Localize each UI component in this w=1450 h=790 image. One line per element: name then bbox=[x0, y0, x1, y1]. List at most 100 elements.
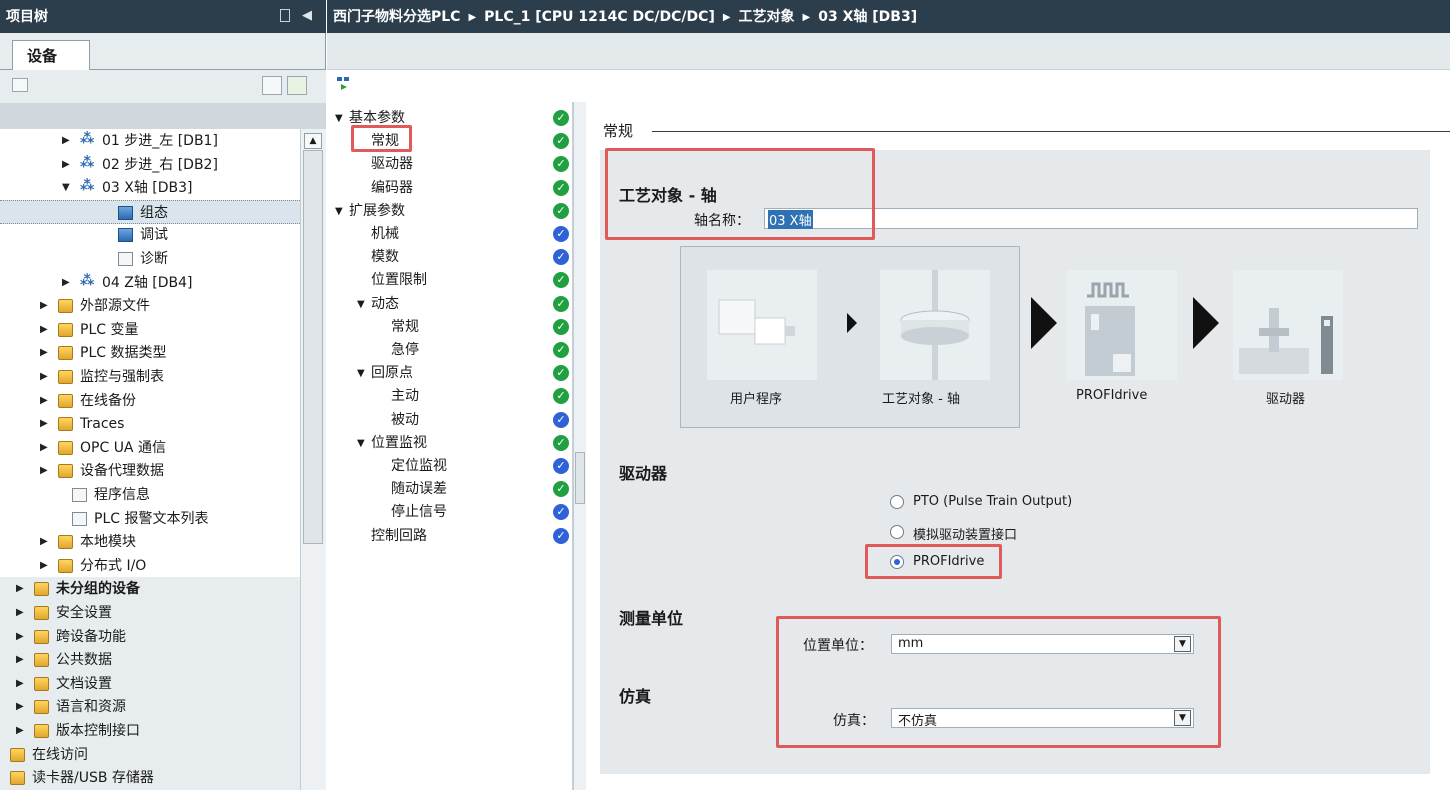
nav-item[interactable]: ▼ 扩展参数 bbox=[327, 200, 551, 223]
tree-item[interactable]: 程序信息 bbox=[0, 483, 300, 507]
device-view-icon[interactable] bbox=[12, 78, 28, 92]
chevron-right-icon[interactable]: ▶ bbox=[40, 436, 48, 460]
nav-item-label: 机械 bbox=[371, 226, 399, 242]
nav-item[interactable]: 急停 bbox=[327, 339, 551, 362]
nav-item[interactable]: 随动误差 bbox=[327, 478, 551, 501]
tree-item[interactable]: ▶ ⁂ 04 Z轴 [DB4] bbox=[0, 271, 300, 295]
tree-item[interactable]: ▶ 分布式 I/O bbox=[0, 554, 300, 578]
tree-item[interactable]: ▶ 在线备份 bbox=[0, 389, 300, 413]
chevron-right-icon[interactable]: ▶ bbox=[16, 672, 24, 696]
nav-item[interactable]: 模数 bbox=[327, 246, 551, 269]
chevron-down-icon[interactable]: ▼ bbox=[335, 200, 343, 223]
chevron-right-icon[interactable]: ▶ bbox=[16, 625, 24, 649]
tree-item[interactable]: ▶ 文档设置 bbox=[0, 671, 300, 696]
radio-analog-label[interactable]: 模拟驱动装置接口 bbox=[913, 524, 1017, 543]
tree-item[interactable]: 诊断 bbox=[0, 247, 300, 271]
chevron-right-icon[interactable]: ▶ bbox=[40, 554, 48, 578]
chevron-right-icon[interactable]: ▶ bbox=[40, 318, 48, 342]
tree-item[interactable]: 组态 bbox=[0, 199, 300, 224]
nav-scrollbar[interactable] bbox=[573, 102, 586, 790]
nav-item[interactable]: 位置限制 bbox=[327, 269, 551, 292]
nav-item[interactable]: 常规 bbox=[327, 316, 551, 339]
nav-item[interactable]: 驱动器 bbox=[327, 153, 551, 176]
chevron-right-icon[interactable]: ▶ bbox=[62, 271, 70, 295]
breadcrumb-item[interactable]: 西门子物料分选PLC bbox=[333, 9, 460, 25]
nav-item[interactable]: 定位监视 bbox=[327, 455, 551, 478]
tree-item[interactable]: ▶ 跨设备功能 bbox=[0, 624, 300, 649]
tree-item[interactable]: ▶ 设备代理数据 bbox=[0, 459, 300, 483]
chevron-down-icon[interactable]: ▼ bbox=[62, 176, 70, 200]
tree-item[interactable]: ▶ 版本控制接口 bbox=[0, 719, 300, 743]
tree-item[interactable]: ▶在线访问 bbox=[0, 742, 300, 767]
chevron-right-icon[interactable]: ▶ bbox=[40, 389, 48, 413]
tree-item[interactable]: ▶读卡器/USB 存储器 bbox=[0, 766, 300, 790]
breadcrumb-item[interactable]: 工艺对象 bbox=[739, 9, 795, 25]
tab-devices[interactable]: 设备 bbox=[12, 40, 90, 70]
radio-analog[interactable] bbox=[890, 525, 904, 539]
nav-splitter-handle[interactable] bbox=[575, 452, 585, 504]
axis-icon: ⁂ bbox=[80, 178, 95, 195]
chevron-right-icon[interactable]: ▶ bbox=[40, 341, 48, 365]
chevron-right-icon[interactable]: ▶ bbox=[40, 294, 48, 318]
nav-item[interactable]: 被动 bbox=[327, 409, 551, 432]
nav-item-label: 驱动器 bbox=[371, 156, 413, 173]
tree-item[interactable]: ▶ 语言和资源 bbox=[0, 695, 300, 720]
nav-item[interactable]: 控制回路 bbox=[327, 525, 551, 548]
chevron-down-icon[interactable]: ▼ bbox=[335, 107, 343, 130]
radio-pto-label[interactable]: PTO (Pulse Train Output) bbox=[913, 494, 1072, 509]
view-toggle-icon[interactable] bbox=[336, 76, 350, 92]
chevron-down-icon[interactable]: ▼ bbox=[357, 362, 365, 385]
chevron-right-icon[interactable]: ▶ bbox=[40, 365, 48, 389]
radio-pto[interactable] bbox=[890, 495, 904, 509]
tree-item[interactable]: ▶ ⁂ 02 步进_右 [DB2] bbox=[0, 153, 300, 177]
nav-item[interactable]: 机械 bbox=[327, 223, 551, 246]
list-view-icon[interactable] bbox=[262, 76, 282, 95]
tree-item[interactable]: ▶ PLC 数据类型 bbox=[0, 341, 300, 365]
chevron-right-icon[interactable]: ▶ bbox=[40, 412, 48, 436]
chevron-right-icon[interactable]: ▶ bbox=[62, 129, 70, 153]
tree-item[interactable]: ▶ 公共数据 bbox=[0, 648, 300, 673]
scroll-up-icon[interactable]: ▲ bbox=[304, 133, 322, 149]
tree-item[interactable]: ▶ ⁂ 01 步进_左 [DB1] bbox=[0, 129, 300, 153]
collapse-left-icon[interactable]: ◀ bbox=[302, 8, 312, 23]
chevron-right-icon[interactable]: ▶ bbox=[16, 648, 24, 672]
chevron-right-icon[interactable]: ▶ bbox=[16, 719, 24, 743]
tree-item[interactable]: ▶ 安全设置 bbox=[0, 601, 300, 625]
tree-scroll-thumb[interactable] bbox=[303, 150, 323, 544]
tree-item[interactable]: ▶ 外部源文件 bbox=[0, 294, 300, 318]
status-ok-icon: ✓ bbox=[553, 156, 569, 173]
folder-icon bbox=[58, 440, 73, 455]
tree-item[interactable]: ▶ 本地模块 bbox=[0, 530, 300, 554]
nav-item-label: 定位监视 bbox=[391, 458, 447, 474]
add-item-icon[interactable] bbox=[287, 76, 307, 95]
nav-item[interactable]: 主动 bbox=[327, 385, 551, 408]
chevron-down-icon[interactable]: ▼ bbox=[357, 432, 365, 455]
breadcrumb-item[interactable]: PLC_1 [CPU 1214C DC/DC/DC] bbox=[484, 9, 715, 25]
chevron-right-icon[interactable]: ▶ bbox=[16, 695, 24, 719]
chevron-right-icon[interactable]: ▶ bbox=[16, 601, 24, 625]
chevron-right-icon[interactable]: ▶ bbox=[62, 153, 70, 177]
nav-item[interactable]: ▼ 回原点 bbox=[327, 362, 551, 385]
nav-item[interactable]: ▼ 位置监视 bbox=[327, 432, 551, 455]
chevron-right-icon[interactable]: ▶ bbox=[40, 459, 48, 483]
tree-item[interactable]: 调试 bbox=[0, 223, 300, 247]
nav-item[interactable]: 停止信号 bbox=[327, 501, 551, 524]
tree-item-label: 分布式 I/O bbox=[80, 557, 147, 574]
tree-item[interactable]: ▶ Traces bbox=[0, 412, 300, 436]
chevron-right-icon[interactable]: ▶ bbox=[40, 530, 48, 554]
tree-item[interactable]: ▶ PLC 变量 bbox=[0, 318, 300, 342]
tree-item[interactable]: ▼ ⁂ 03 X轴 [DB3] bbox=[0, 176, 300, 200]
tree-item[interactable]: PLC 报警文本列表 bbox=[0, 507, 300, 531]
pin-icon[interactable] bbox=[280, 9, 290, 22]
tree-item[interactable]: ▶ 监控与强制表 bbox=[0, 365, 300, 389]
tree-item-label: 02 步进_右 [DB2] bbox=[102, 156, 218, 173]
project-tree-title: 项目树 bbox=[6, 9, 48, 25]
chevron-down-icon[interactable]: ▼ bbox=[357, 293, 365, 316]
breadcrumb-item[interactable]: 03 X轴 [DB3] bbox=[818, 9, 917, 25]
tree-item[interactable]: ▶ OPC UA 通信 bbox=[0, 436, 300, 460]
nav-item[interactable]: 编码器 bbox=[327, 177, 551, 200]
nav-item[interactable]: ▼ 动态 bbox=[327, 293, 551, 316]
tree-item[interactable]: ▶ 未分组的设备 bbox=[0, 577, 300, 602]
tree-column-header bbox=[0, 103, 326, 129]
chevron-right-icon[interactable]: ▶ bbox=[16, 577, 24, 601]
